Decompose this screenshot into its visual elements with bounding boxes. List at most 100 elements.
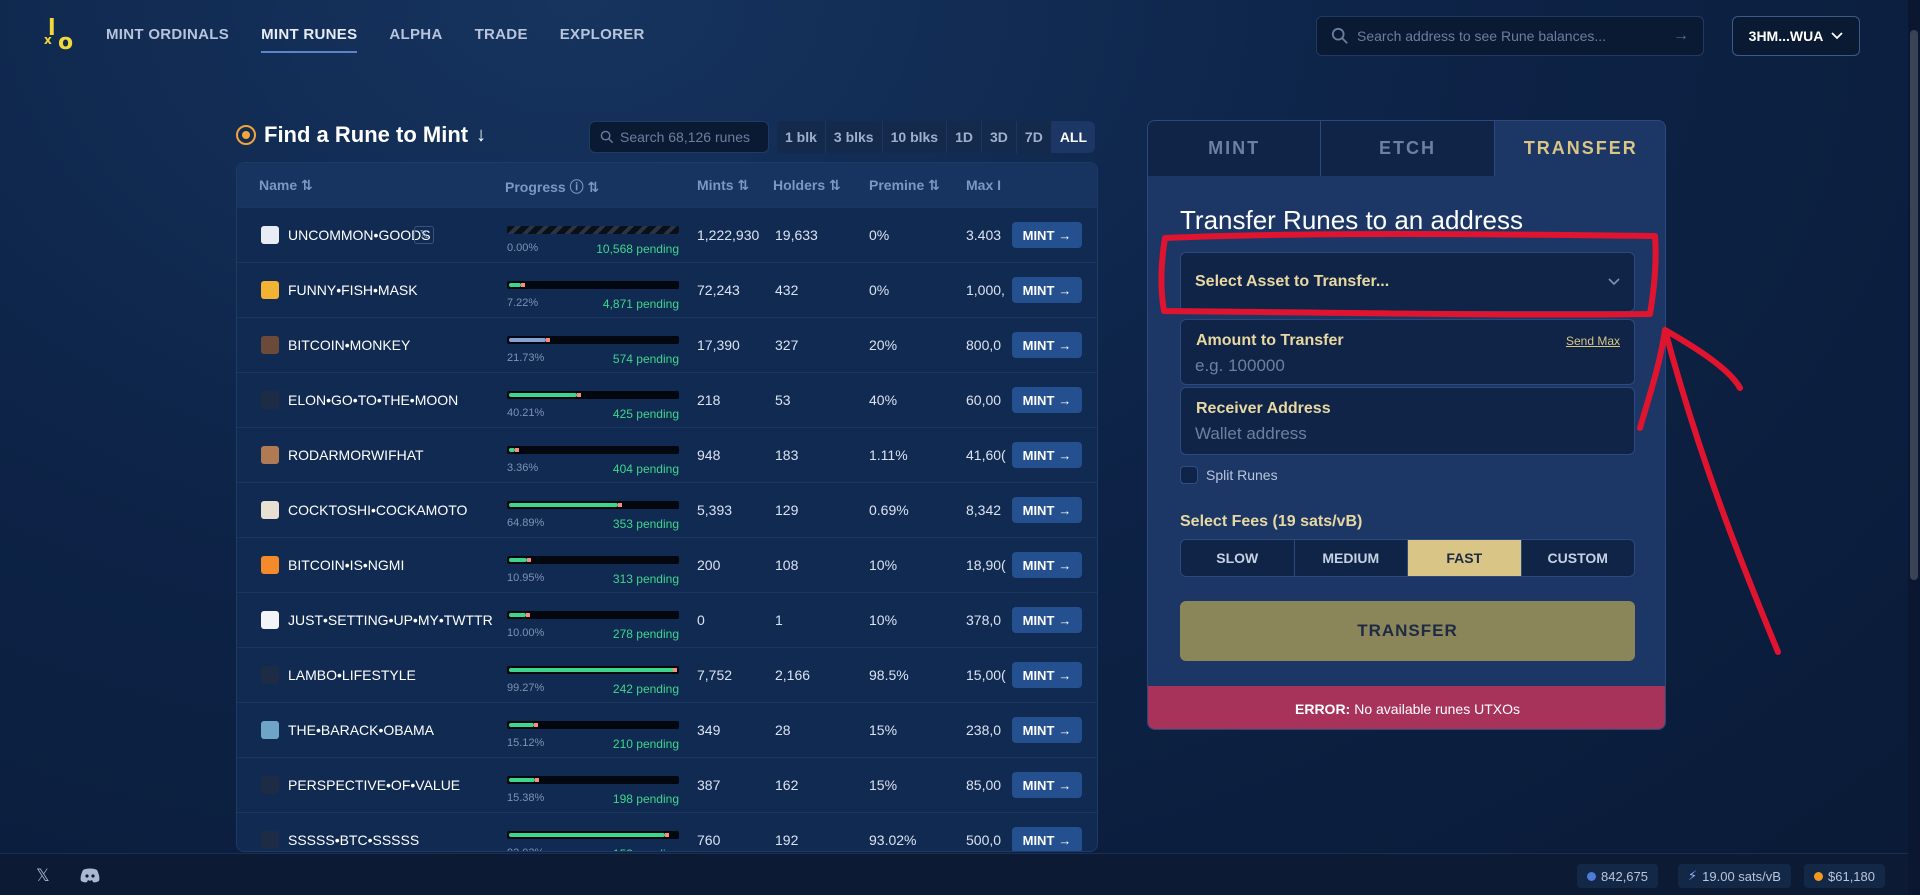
table-row[interactable]: COCKTOSHI•COCKAMOTO 64.89% 353 pending 5,39…	[237, 482, 1097, 537]
filter-1-blk[interactable]: 1 blk	[777, 121, 826, 153]
wallet-button[interactable]: 3HM...WUA	[1732, 16, 1860, 56]
filter-all[interactable]: ALL	[1051, 121, 1096, 153]
filter-10-blks[interactable]: 10 blks	[882, 121, 948, 153]
column-holders[interactable]: Holders ⇅	[773, 177, 841, 194]
table-row[interactable]: SSSSS•BTC•SSSSS93.03%153 pending76019293…	[237, 812, 1097, 851]
select-asset-dropdown[interactable]: Select Asset to Transfer...	[1180, 252, 1635, 312]
progress-bar	[507, 336, 679, 344]
mint-button[interactable]: MINT →	[1012, 607, 1082, 633]
rune-name[interactable]: RODARMORWIFHAT	[288, 447, 424, 463]
table-row[interactable]: ELON•GO•TO•THE•MOON 40.21% 425 pending 218 5…	[237, 372, 1097, 427]
mint-button[interactable]: MINT →	[1012, 772, 1082, 798]
rune-search-input[interactable]	[620, 129, 758, 145]
nav-mint-ordinals[interactable]: MINT ORDINALS	[106, 26, 229, 53]
rune-name[interactable]: THE•BARACK•OBAMA	[288, 722, 434, 738]
discord-icon[interactable]	[80, 868, 100, 883]
filter-1d[interactable]: 1D	[947, 121, 982, 153]
nav-mint-runes[interactable]: MINT RUNES	[261, 26, 358, 53]
address-search-input[interactable]	[1357, 28, 1673, 44]
filter-3d[interactable]: 3D	[982, 121, 1017, 153]
nav-explorer[interactable]: EXPLORER	[560, 26, 645, 53]
send-max-link[interactable]: Send Max	[1566, 334, 1620, 348]
max-value: 15,00(	[966, 667, 1006, 683]
fee-fast[interactable]: FAST	[1408, 540, 1522, 576]
mint-button[interactable]: MINT →	[1012, 442, 1082, 468]
pending-count: 574 pending	[612, 352, 679, 366]
tab-transfer[interactable]: TRANSFER	[1494, 121, 1665, 176]
filter-7d[interactable]: 7D	[1016, 121, 1052, 153]
rune-name[interactable]: JUST•SETTING•UP•MY•TWTTR	[288, 612, 493, 628]
table-row[interactable]: BITCOIN•MONKEY 21.73% 574 pending 17,390 327…	[237, 317, 1097, 372]
max-value: 3.403	[966, 227, 1002, 243]
fee-medium[interactable]: MEDIUM	[1294, 540, 1408, 576]
bitcoin-icon	[1814, 871, 1823, 881]
mint-button[interactable]: MINT →	[1012, 387, 1082, 413]
page-scrollbar[interactable]	[1908, 0, 1920, 895]
column-mints[interactable]: Mints ⇅	[697, 177, 749, 194]
x-twitter-icon[interactable]: 𝕏	[414, 226, 434, 244]
table-row[interactable]: RODARMORWIFHAT 3.36% 404 pending 948 183 1.11…	[237, 427, 1097, 482]
rune-search	[589, 121, 769, 153]
table-row[interactable]: LAMBO•LIFESTYLE 99.27% 242 pending 7,752 2,1…	[237, 647, 1097, 702]
receiver-address-input[interactable]	[1195, 424, 1615, 444]
column-max[interactable]: Max I	[966, 177, 1001, 193]
sort-icon: ⇅	[301, 177, 313, 193]
rune-name[interactable]: PERSPECTIVE•OF•VALUE	[288, 777, 460, 793]
pending-count: 153 pending	[507, 847, 679, 851]
mint-button[interactable]: MINT →	[1012, 552, 1082, 578]
mint-button[interactable]: MINT →	[1012, 277, 1082, 303]
nav-alpha[interactable]: ALPHA	[389, 26, 442, 53]
rune-name[interactable]: FUNNY•FISH•MASK	[288, 282, 418, 298]
arrow-right-icon[interactable]: →	[1673, 27, 1689, 45]
rune-name[interactable]: UNCOMMON•GOODS	[288, 227, 431, 243]
scrollbar-thumb[interactable]	[1910, 30, 1918, 580]
mint-button[interactable]: MINT →	[1012, 717, 1082, 743]
progress-bar	[507, 556, 679, 564]
mint-button[interactable]: MINT →	[1012, 332, 1082, 358]
table-row[interactable]: JUST•SETTING•UP•MY•TWTTR 10.00% 278 pendin…	[237, 592, 1097, 647]
tab-etch[interactable]: ETCH	[1321, 121, 1495, 176]
column-progress[interactable]: Progress ⓘ ⇅	[505, 177, 599, 197]
split-runes-checkbox[interactable]	[1180, 466, 1198, 484]
table-row[interactable]: THE•BARACK•OBAMA 15.12% 210 pending 349 28 15…	[237, 702, 1097, 757]
filter-3-blks[interactable]: 3 blks	[825, 121, 883, 153]
table-row[interactable]: UNCOMMON•GOODS 𝕏 0.00% 10,568 pending 1,222,…	[237, 207, 1097, 262]
nav-trade[interactable]: TRADE	[475, 26, 528, 53]
column-premine[interactable]: Premine ⇅	[869, 177, 940, 194]
table-row[interactable]: BITCOIN•IS•NGMI 10.95% 313 pending 200 108 10…	[237, 537, 1097, 592]
mint-button[interactable]: MINT →	[1012, 662, 1082, 688]
fee-slow[interactable]: SLOW	[1181, 540, 1295, 576]
mint-button[interactable]: MINT →	[1012, 827, 1082, 851]
rune-name[interactable]: SSSSS•BTC•SSSSS	[288, 832, 419, 848]
mint-button[interactable]: MINT →	[1012, 222, 1082, 248]
block-height-stat: 842,675	[1577, 864, 1658, 888]
table-row[interactable]: PERSPECTIVE•OF•VALUE 15.38% 198 pending 387…	[237, 757, 1097, 812]
brand-logo[interactable]: lox	[44, 18, 78, 54]
max-value: 8,342	[966, 502, 1002, 518]
rune-name[interactable]: LAMBO•LIFESTYLE	[288, 667, 416, 683]
premine-value: 93.02%	[869, 832, 917, 848]
rune-name[interactable]: BITCOIN•IS•NGMI	[288, 557, 404, 573]
pending-marker	[535, 778, 539, 782]
rune-name[interactable]: ELON•GO•TO•THE•MOON	[288, 392, 458, 408]
progress-fill	[509, 338, 546, 342]
transfer-button[interactable]: TRANSFER	[1180, 601, 1635, 661]
x-twitter-icon[interactable]: 𝕏	[36, 866, 50, 886]
arrow-down-icon[interactable]: ↓	[476, 124, 486, 147]
column-name[interactable]: Name ⇅	[259, 177, 313, 194]
tab-mint[interactable]: MINT	[1148, 121, 1322, 176]
pending-marker	[673, 668, 677, 672]
holders-value: 183	[775, 447, 799, 463]
fee-custom[interactable]: CUSTOM	[1521, 540, 1634, 576]
pending-marker	[577, 393, 581, 397]
max-value: 18,90(	[966, 557, 1006, 573]
amount-input[interactable]	[1195, 356, 1615, 376]
table-row[interactable]: FUNNY•FISH•MASK 7.22% 4,871 pending 72,243 4…	[237, 262, 1097, 317]
holders-value: 432	[775, 282, 799, 298]
pending-count: 198 pending	[612, 792, 679, 806]
mint-button[interactable]: MINT →	[1012, 497, 1082, 523]
rune-name[interactable]: COCKTOSHI•COCKAMOTO	[288, 502, 467, 518]
mint-button-label: MINT	[1022, 722, 1055, 738]
rune-name[interactable]: BITCOIN•MONKEY	[288, 337, 410, 353]
progress-fill	[509, 558, 527, 562]
